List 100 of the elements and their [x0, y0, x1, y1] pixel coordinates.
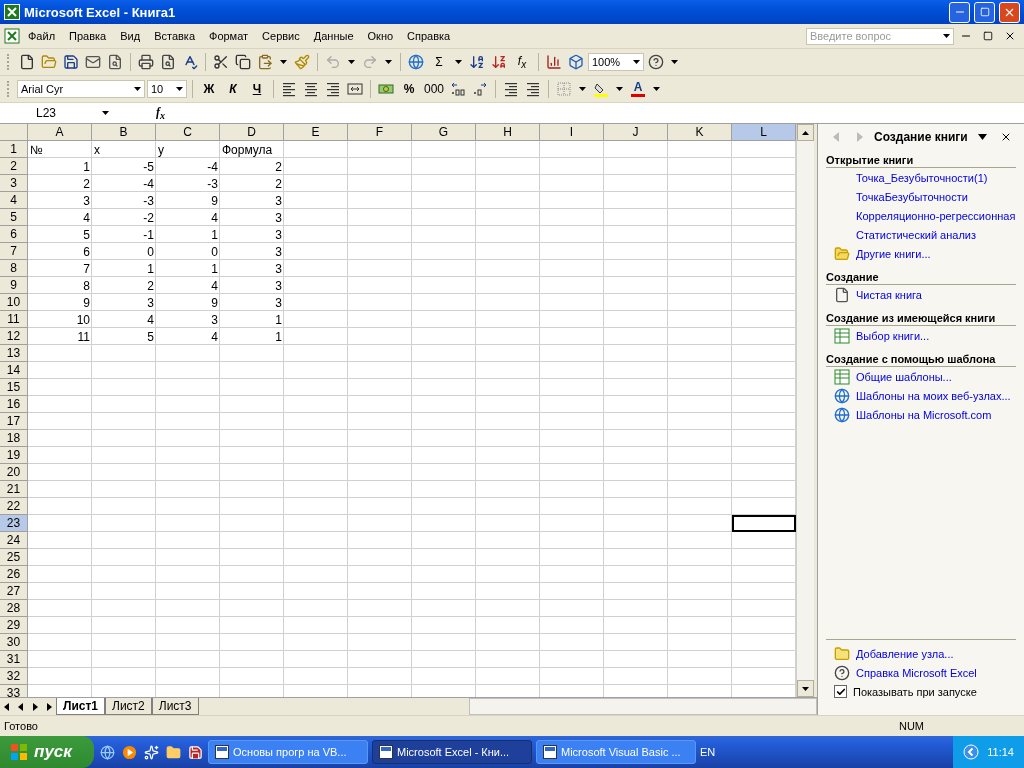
help-icon[interactable] — [646, 52, 666, 72]
row-header[interactable]: 16 — [0, 396, 28, 413]
bold-button[interactable]: Ж — [198, 79, 220, 99]
save-icon[interactable] — [61, 52, 81, 72]
caret-icon[interactable] — [455, 60, 462, 64]
caret-icon[interactable] — [348, 60, 355, 64]
row-header[interactable]: 2 — [0, 158, 28, 175]
caret-icon[interactable] — [102, 111, 109, 115]
row-header[interactable]: 21 — [0, 481, 28, 498]
row-header[interactable]: 26 — [0, 566, 28, 583]
percent-button[interactable]: % — [398, 79, 420, 99]
row-header[interactable]: 9 — [0, 277, 28, 294]
pane-link[interactable]: Шаблоны на Microsoft.com — [856, 408, 992, 421]
save-icon[interactable] — [186, 743, 204, 761]
menu-item[interactable]: Окно — [361, 28, 400, 44]
underline-button[interactable]: Ч — [246, 79, 268, 99]
row-header[interactable]: 29 — [0, 617, 28, 634]
taskbar-button[interactable]: Microsoft Visual Basic ... — [536, 740, 696, 764]
row-header[interactable]: 4 — [0, 192, 28, 209]
menu-item[interactable]: Правка — [63, 28, 113, 44]
row-header[interactable]: 11 — [0, 311, 28, 328]
browser-icon[interactable] — [98, 743, 116, 761]
column-header[interactable]: K — [668, 124, 732, 141]
caret-icon[interactable] — [671, 60, 678, 64]
column-header[interactable]: G — [412, 124, 476, 141]
column-header[interactable]: D — [220, 124, 284, 141]
sheet-tab[interactable]: Лист3 — [151, 698, 199, 715]
pane-link[interactable]: ТочкаБезубыточности — [856, 190, 968, 203]
caret-icon[interactable] — [616, 87, 624, 91]
caret-icon[interactable] — [653, 87, 661, 91]
globe-icon[interactable] — [406, 52, 426, 72]
row-header[interactable]: 1 — [0, 141, 28, 158]
pane-link[interactable]: Шаблоны на моих веб-узлах... — [856, 389, 1011, 402]
caret-icon[interactable] — [385, 60, 392, 64]
column-header[interactable]: B — [92, 124, 156, 141]
menu-item[interactable]: Данные — [307, 28, 360, 44]
horizontal-scrollbar[interactable] — [468, 698, 817, 715]
row-header[interactable]: 30 — [0, 634, 28, 651]
chevron-icon[interactable] — [963, 744, 980, 760]
menu-item[interactable]: Вид — [114, 28, 147, 44]
row-header[interactable]: 28 — [0, 600, 28, 617]
copy-icon[interactable] — [233, 52, 253, 72]
menu-item[interactable]: Сервис — [256, 28, 306, 44]
sparkle-icon[interactable] — [142, 743, 160, 761]
minimize-button[interactable] — [949, 1, 970, 23]
scroll-down-button[interactable] — [797, 680, 814, 697]
name-box[interactable]: L23 — [0, 104, 112, 122]
row-header[interactable]: 8 — [0, 260, 28, 277]
pane-link[interactable]: Статистический анализ — [856, 228, 977, 241]
checkbox[interactable] — [834, 685, 847, 698]
row-header[interactable]: 31 — [0, 651, 28, 668]
menu-item[interactable]: Вставка — [148, 28, 201, 44]
row-header[interactable]: 15 — [0, 379, 28, 396]
row-header[interactable]: 33 — [0, 685, 28, 697]
pane-link[interactable]: Корреляционно-регрессионная — [856, 209, 1016, 222]
pane-link[interactable]: Другие книги... — [856, 247, 931, 260]
start-button[interactable]: пуск — [0, 736, 94, 768]
row-header[interactable]: 6 — [0, 226, 28, 243]
row-header[interactable]: 25 — [0, 549, 28, 566]
column-header[interactable]: H — [476, 124, 540, 141]
menu-item[interactable]: Формат — [203, 28, 255, 44]
sheet-tab[interactable]: Лист1 — [56, 698, 106, 715]
caret-icon[interactable] — [943, 34, 950, 38]
menu-item[interactable]: Файл — [22, 28, 62, 44]
folder-icon[interactable] — [164, 743, 182, 761]
column-header[interactable]: F — [348, 124, 412, 141]
row-header[interactable]: 7 — [0, 243, 28, 260]
spreadsheet-icon[interactable] — [4, 28, 20, 44]
font-dropdown[interactable]: Arial Cyr — [17, 80, 145, 98]
insert-function-button[interactable]: f$_{x}$ — [511, 52, 533, 72]
row-header[interactable]: 10 — [0, 294, 28, 311]
row-header[interactable]: 5 — [0, 209, 28, 226]
row-header[interactable]: 17 — [0, 413, 28, 430]
row-header[interactable]: 32 — [0, 668, 28, 685]
row-header[interactable]: 14 — [0, 362, 28, 379]
column-header[interactable]: J — [604, 124, 668, 141]
taskbar-button[interactable]: Microsoft Excel - Кни... — [372, 740, 532, 764]
caret-icon[interactable] — [176, 87, 183, 91]
pane-link[interactable]: Выбор книги... — [856, 329, 930, 342]
sheet-tab[interactable]: Лист2 — [105, 698, 152, 715]
column-header[interactable]: A — [28, 124, 92, 141]
row-header[interactable]: 19 — [0, 447, 28, 464]
pane-link[interactable]: Чистая книга — [856, 288, 922, 301]
row-header[interactable]: 13 — [0, 345, 28, 362]
font-color-button[interactable]: A — [628, 79, 649, 99]
caret-icon[interactable] — [134, 87, 141, 91]
function-label[interactable]: f$_{x}$ — [156, 104, 165, 122]
language-indicator[interactable]: EN — [700, 746, 716, 758]
row-header[interactable]: 18 — [0, 430, 28, 447]
row-header[interactable]: 22 — [0, 498, 28, 515]
row-header[interactable]: 27 — [0, 583, 28, 600]
print-icon[interactable] — [136, 52, 156, 72]
vertical-scrollbar[interactable] — [796, 124, 814, 697]
scroll-up-button[interactable] — [797, 124, 814, 141]
format-painter-icon[interactable] — [292, 52, 312, 72]
row-header[interactable]: 3 — [0, 175, 28, 192]
row-header[interactable]: 12 — [0, 328, 28, 345]
column-header[interactable]: I — [540, 124, 604, 141]
caret-icon[interactable] — [633, 60, 640, 64]
media-player-icon[interactable] — [120, 743, 138, 761]
